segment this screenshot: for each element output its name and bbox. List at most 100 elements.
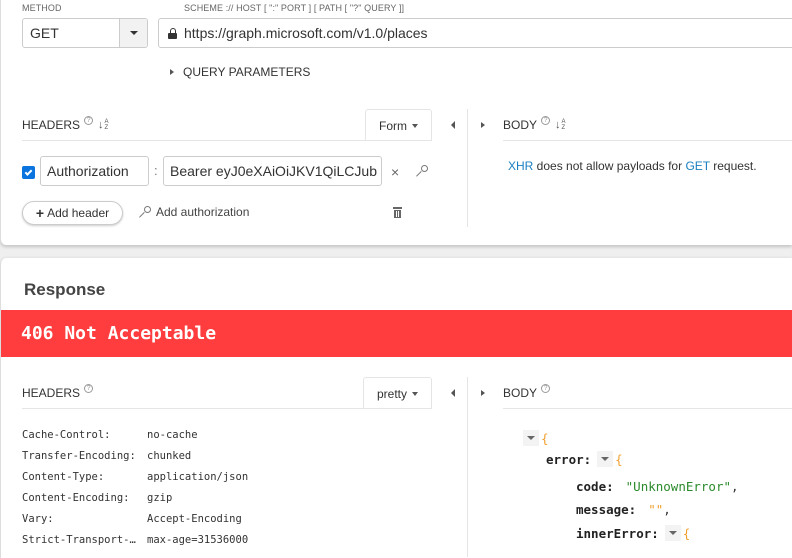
status-banner: 406 Not Acceptable [1,310,792,357]
trash-icon[interactable] [393,207,402,218]
json-inner-error-row: innerError: { [576,525,690,541]
method-dropdown-button[interactable] [119,19,147,47]
collapse-right-button[interactable] [477,118,489,132]
query-parameters-toggle[interactable]: QUERY PARAMETERS [170,65,310,79]
caret-left-icon [451,389,455,397]
chevron-down-icon [412,123,418,128]
header-value: chunked [147,450,192,462]
header-key: Strict-Transport-… [22,534,136,546]
request-headers-label: HEADERS [22,118,81,132]
body-message: XHR does not allow payloads for GET requ… [508,159,757,173]
collapse-toggle[interactable] [664,525,681,541]
header-key: Content-Encoding: [22,492,130,504]
header-value: no-cache [147,429,198,441]
response-headers-mode-value: pretty [376,386,407,401]
json-string-value: "" [648,502,664,517]
header-value-input[interactable]: Bearer eyJ0eXAiOiJKV1QiLCJub [163,156,382,186]
divider [503,140,792,141]
divider [503,408,792,409]
response-body-title: BODY ? [503,384,551,400]
chevron-down-icon [527,436,535,440]
sort-az-icon[interactable]: ↓ A Z [98,119,109,131]
response-panel: Response 406 Not Acceptable HEADERS ? pr… [0,258,792,558]
response-headers-title: HEADERS ? [22,384,94,400]
caret-left-icon [451,121,455,129]
collapse-toggle[interactable] [597,451,614,467]
help-icon[interactable]: ? [541,116,551,125]
header-row: Content-Encoding: gzip [22,488,248,509]
header-value: max-age=31536000 [147,534,249,546]
header-row: Strict-Transport-… max-age=31536000 [22,530,248,551]
get-link[interactable]: GET [685,159,709,173]
headers-mode-dropdown[interactable]: Form [365,109,432,141]
json-string-value: "UnknownError" [625,479,731,494]
method-select[interactable]: GET [22,18,148,48]
sort-az-icon[interactable]: ↓ A Z [555,119,566,131]
xhr-link[interactable]: XHR [508,159,533,173]
caret-right-icon [170,69,174,75]
add-authorization-button[interactable]: Add authorization [139,205,249,219]
help-icon[interactable]: ? [84,384,94,393]
request-body-title: BODY ? ↓ A Z [503,116,566,132]
response-headers-label: HEADERS [22,386,81,400]
add-authorization-label: Add authorization [156,205,250,219]
headers-mode-value: Form [379,118,407,133]
caret-right-icon [481,122,485,128]
chevron-down-icon [601,457,610,461]
header-value: Accept-Encoding [147,513,242,525]
header-key: Content-Type: [22,471,105,483]
header-key: Vary: [22,513,54,525]
help-icon[interactable]: ? [541,384,551,393]
collapse-left-button[interactable] [447,386,459,400]
add-header-button[interactable]: + Add header [22,201,123,225]
help-icon[interactable]: ? [84,116,94,125]
json-key: code: [576,479,614,494]
chevron-down-icon [129,31,138,35]
response-body-label: BODY [503,386,538,400]
header-value: application/json [147,471,249,483]
json-key: error: [546,451,592,467]
json-brace: { [682,525,691,541]
body-message-text: does not allow payloads for [533,159,686,173]
collapse-right-button[interactable] [477,386,489,400]
json-key: innerError: [576,525,659,541]
json-comma: , [731,479,739,494]
collapse-left-button[interactable] [447,118,459,132]
header-row: Transfer-Encoding: chunked [22,446,248,467]
panel-splitter[interactable] [467,109,468,227]
add-header-label: Add header [47,206,110,220]
header-row: Vary: Accept-Encoding [22,509,248,530]
json-code-row: code: "UnknownError", [576,479,739,494]
method-label: METHOD [22,3,62,13]
remove-header-icon[interactable]: × [391,164,399,180]
request-panel: METHOD SCHEME :// HOST [ ":" PORT ] [ PA… [0,0,792,245]
url-value: https://graph.microsoft.com/v1.0/places [184,25,428,41]
json-error-row: error: { [546,451,623,467]
url-input[interactable]: https://graph.microsoft.com/v1.0/places [158,18,792,48]
header-value: gzip [147,492,173,504]
response-headers-mode-dropdown[interactable]: pretty [363,377,432,409]
json-brace: { [615,451,623,467]
request-headers-title: HEADERS ? ↓ A Z [22,116,109,132]
response-headers-list: Cache-Control: no-cache Transfer-Encoding… [22,425,248,551]
plus-icon: + [35,205,45,221]
header-key: Transfer-Encoding: [22,450,136,462]
divider [22,140,432,141]
json-root: { [521,430,549,446]
collapse-toggle[interactable] [523,430,539,446]
json-message-row: message: "", [576,502,671,517]
response-title: Response [24,280,106,299]
key-icon [139,206,151,218]
header-name-input[interactable]: Authorization [40,156,149,186]
caret-right-icon [481,390,485,396]
body-message-end: request. [709,159,757,173]
header-enabled-checkbox[interactable] [22,166,35,179]
panel-splitter[interactable] [467,377,468,557]
key-icon[interactable] [416,165,428,177]
lock-icon [168,27,177,39]
status-text: 406 Not Acceptable [21,323,217,344]
json-comma: , [663,502,671,517]
query-parameters-label: QUERY PARAMETERS [183,65,311,79]
json-brace: { [541,430,549,446]
method-value: GET [30,25,59,41]
